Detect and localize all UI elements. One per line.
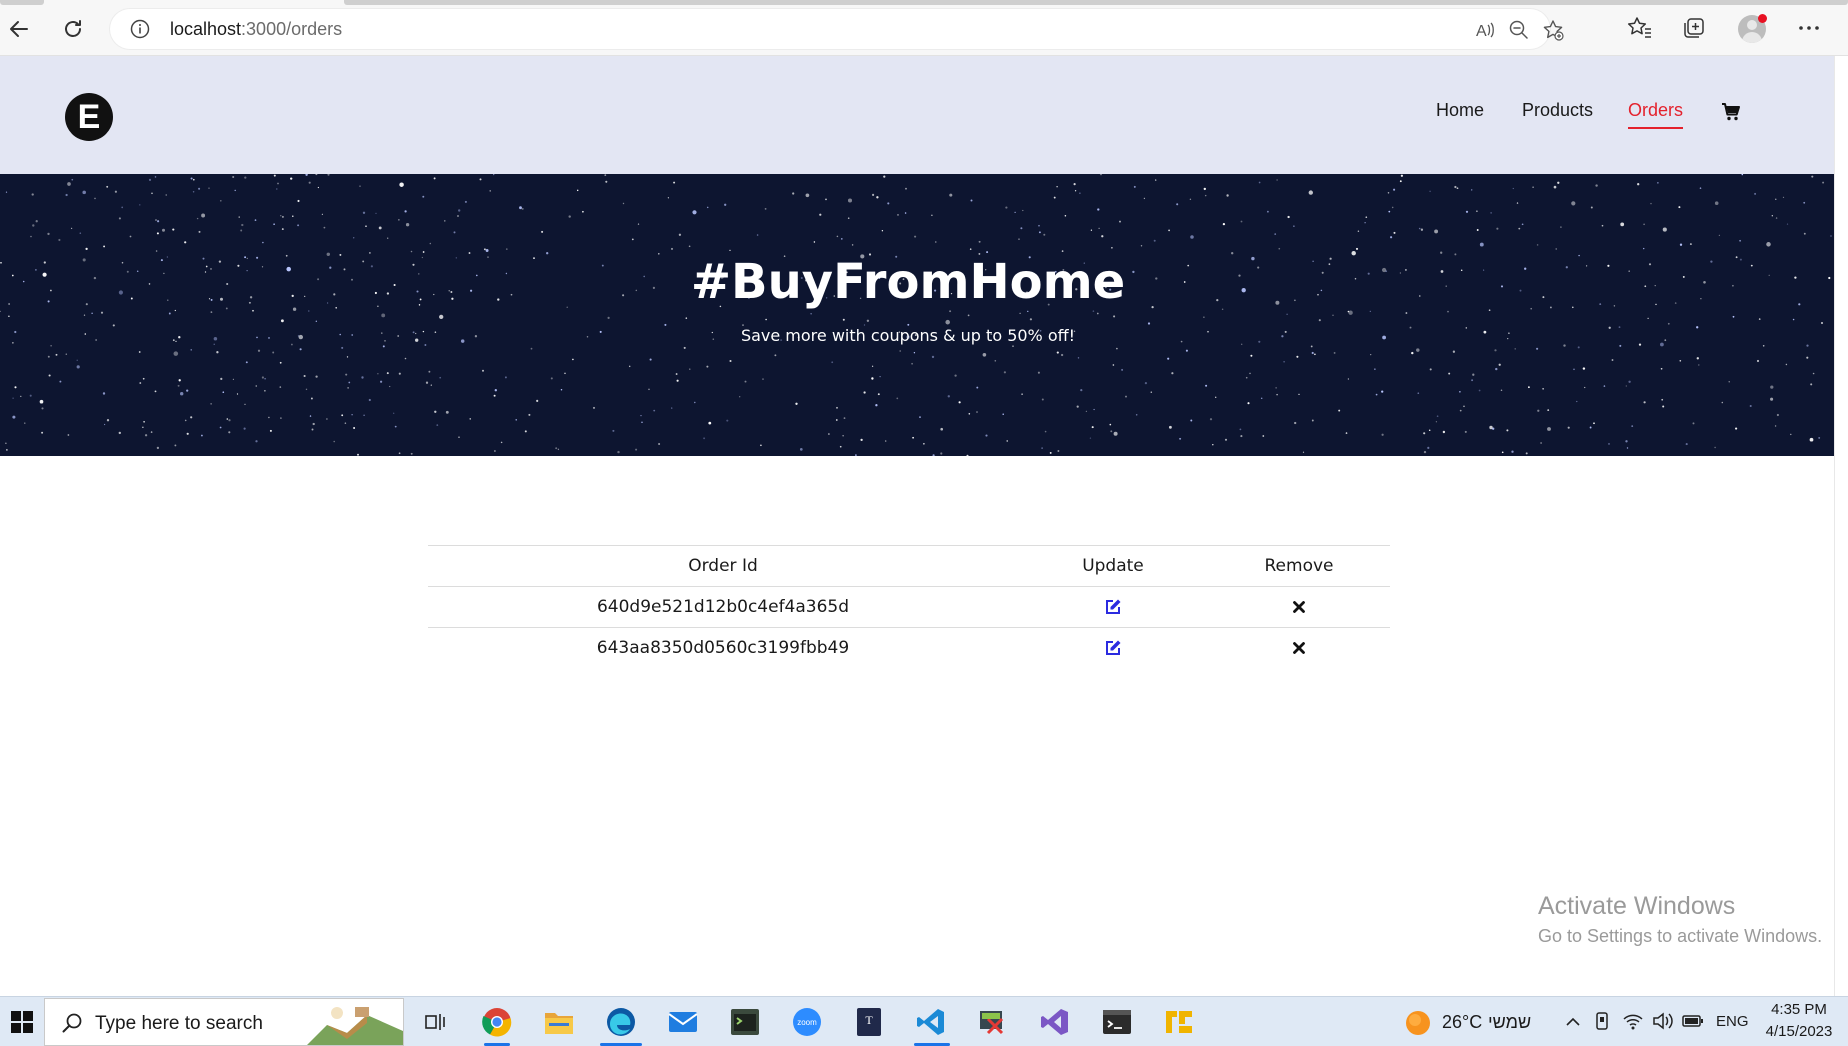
remove-cell <box>1208 586 1390 628</box>
taskbar-yellow-app[interactable] <box>1162 1005 1196 1039</box>
site-info-icon[interactable] <box>130 19 150 39</box>
table-row: 643aa8350d0560c3199fbb49 <box>428 627 1390 669</box>
update-cell <box>1018 586 1208 628</box>
cart-icon[interactable] <box>1721 102 1741 122</box>
orders-table: Order Id Update Remove 640d9e521d12b0c4e… <box>428 545 1390 669</box>
taskbar-visual-studio[interactable] <box>1038 1005 1072 1039</box>
mail-icon <box>668 1012 698 1032</box>
more-options-icon[interactable] <box>1796 15 1822 41</box>
nav-orders[interactable]: Orders <box>1628 100 1684 129</box>
hero-banner: #BuyFromHome Save more with coupons & up… <box>0 174 1834 456</box>
search-icon <box>62 1013 82 1033</box>
table-row: 640d9e521d12b0c4ef4a365d <box>428 586 1390 628</box>
snipping-tool-icon <box>980 1011 1004 1035</box>
reload-button[interactable] <box>58 14 88 44</box>
nav-home[interactable]: Home <box>1436 100 1484 121</box>
volume-icon[interactable] <box>1652 1011 1674 1031</box>
favorites-icon[interactable] <box>1626 15 1652 41</box>
url-host: localhost <box>170 19 242 39</box>
folder-icon <box>545 1013 573 1034</box>
taskbar-edge[interactable] <box>604 1005 638 1039</box>
taskbar-vscode[interactable] <box>914 1005 948 1039</box>
clock-date[interactable]: 4/15/2023 <box>1760 1023 1838 1040</box>
back-arrow-icon <box>10 21 28 37</box>
yellow-app-icon <box>1166 1011 1192 1033</box>
vscode-icon <box>917 1009 944 1035</box>
clock-time[interactable]: 4:35 PM <box>1770 1001 1828 1018</box>
svg-text:zoom: zoom <box>797 1018 817 1027</box>
page-scrollbar[interactable] <box>1834 56 1848 996</box>
table-header-row: Order Id Update Remove <box>428 545 1390 587</box>
site-header: E Home Products Orders <box>0 56 1834 174</box>
browser-toolbar: localhost:3000/orders A <box>0 0 1848 56</box>
battery-icon[interactable] <box>1682 1013 1704 1029</box>
terminal-app-icon <box>731 1009 759 1035</box>
site-logo[interactable]: E <box>65 93 113 141</box>
order-id-cell: 640d9e521d12b0c4ef4a365d <box>428 586 1018 628</box>
tray-chevron-up-icon[interactable] <box>1564 1013 1582 1031</box>
taskbar-zoom[interactable]: zoom <box>790 1005 824 1039</box>
reload-icon <box>65 20 81 37</box>
typora-icon: T <box>857 1008 881 1036</box>
windows-taskbar: Type here to search zoom T 26°C שמשי ENG… <box>0 996 1848 1046</box>
task-view-button[interactable] <box>418 1005 452 1039</box>
read-aloud-icon[interactable]: A <box>1474 19 1496 41</box>
svg-text:A: A <box>1476 23 1487 40</box>
taskbar-typora[interactable]: T <box>852 1005 886 1039</box>
update-cell <box>1018 627 1208 669</box>
hero-subtitle: Save more with coupons & up to 50% off! <box>740 326 1076 345</box>
activate-windows-title: Activate Windows <box>1538 892 1736 920</box>
column-header-order-id: Order Id <box>428 545 1018 587</box>
back-button[interactable] <box>4 14 34 44</box>
wifi-icon[interactable] <box>1622 1011 1644 1031</box>
profile-silhouette <box>1742 32 1762 43</box>
edit-icon[interactable] <box>1104 639 1122 657</box>
url-path: :3000/orders <box>241 19 343 39</box>
search-highlight-art <box>307 1007 403 1045</box>
column-header-remove: Remove <box>1208 545 1390 587</box>
tab-strip-line <box>344 0 1848 5</box>
taskbar-snipping[interactable] <box>976 1005 1010 1039</box>
zoom-out-icon[interactable] <box>1508 19 1530 41</box>
taskbar-command-prompt[interactable] <box>1100 1005 1134 1039</box>
weather-condition[interactable]: שמשי <box>1488 1012 1531 1033</box>
edit-icon[interactable] <box>1104 598 1122 616</box>
visual-studio-icon <box>1041 1009 1068 1035</box>
address-bar[interactable]: localhost:3000/orders A <box>110 9 1564 49</box>
edge-icon <box>607 1008 635 1036</box>
taskbar-mail[interactable] <box>666 1005 700 1039</box>
task-view-icon <box>425 1014 445 1030</box>
input-language[interactable]: ENG <box>1716 1013 1749 1030</box>
order-id-cell: 643aa8350d0560c3199fbb49 <box>428 627 1018 669</box>
taskbar-chrome[interactable] <box>480 1005 514 1039</box>
tab-strip <box>0 0 1848 6</box>
remove-cell <box>1208 627 1390 669</box>
activate-windows-subtitle: Go to Settings to activate Windows. <box>1538 926 1823 946</box>
remove-x-icon[interactable] <box>1292 641 1306 655</box>
start-button[interactable] <box>0 997 44 1046</box>
chrome-icon <box>482 1008 512 1037</box>
weather-sun-icon[interactable] <box>1404 1009 1432 1037</box>
svg-text:T: T <box>865 1013 873 1027</box>
windows-logo-icon <box>11 1011 33 1033</box>
starfield-background <box>0 174 1834 456</box>
nav-products[interactable]: Products <box>1522 100 1593 121</box>
profile-notification-dot <box>1758 14 1767 23</box>
hero-title: #BuyFromHome <box>690 254 1126 310</box>
search-placeholder: Type here to search <box>95 1013 263 1034</box>
device-icon[interactable] <box>1594 1011 1612 1031</box>
add-favorite-icon[interactable] <box>1542 19 1564 41</box>
column-header-update: Update <box>1018 545 1208 587</box>
taskbar-search-box[interactable]: Type here to search <box>44 998 404 1046</box>
collections-icon[interactable] <box>1681 15 1707 41</box>
zoom-icon: zoom <box>793 1008 821 1036</box>
tab-indicator[interactable] <box>0 0 44 5</box>
terminal-icon <box>1103 1010 1131 1034</box>
taskbar-terminal-app[interactable] <box>728 1005 762 1039</box>
weather-temperature[interactable]: 26°C <box>1442 1012 1482 1033</box>
remove-x-icon[interactable] <box>1292 600 1306 614</box>
taskbar-file-explorer[interactable] <box>542 1005 576 1039</box>
url-text[interactable]: localhost:3000/orders <box>170 19 342 40</box>
